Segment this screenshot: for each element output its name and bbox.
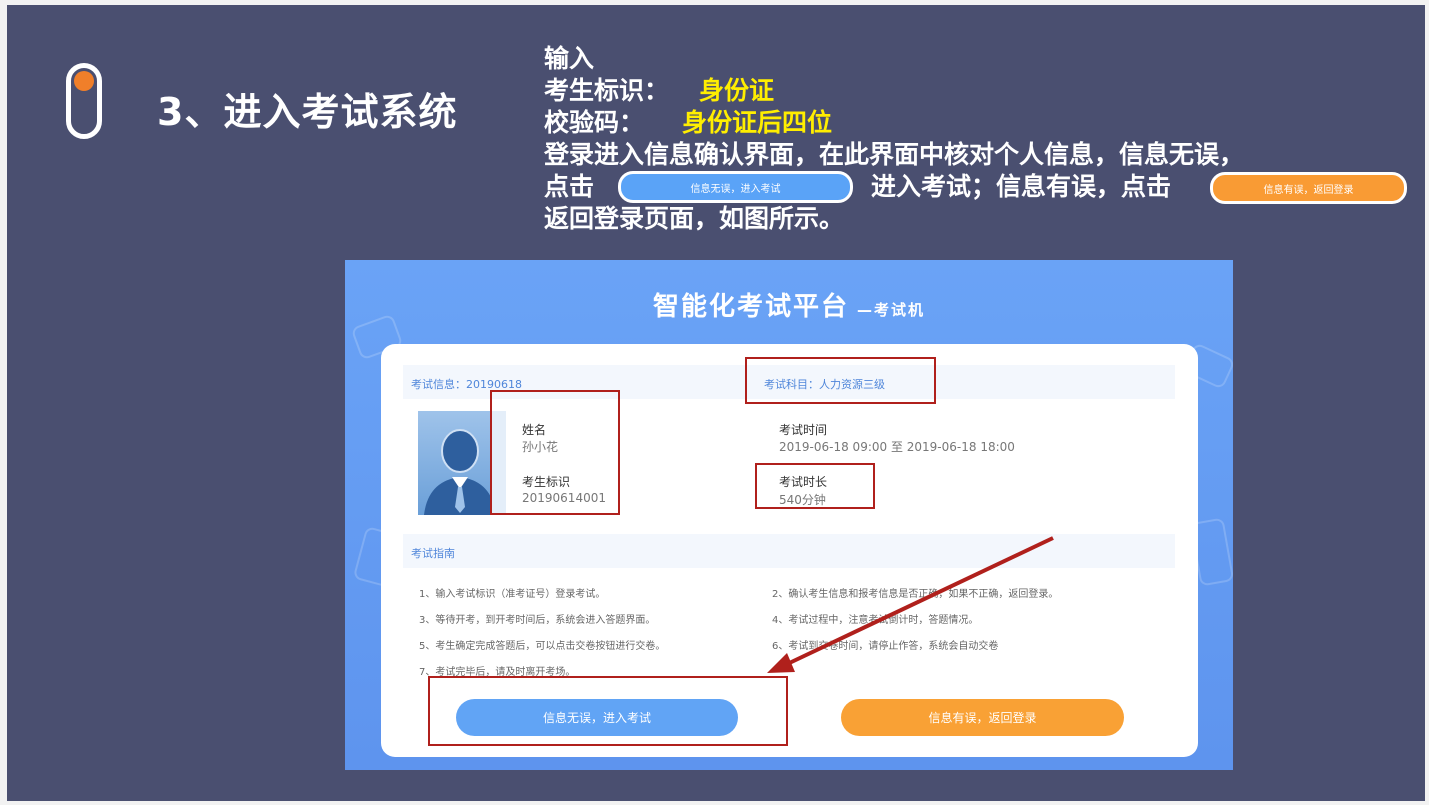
annotation-arrow-icon xyxy=(767,536,1054,673)
slide: 3、进入考试系统 输入 考生标识： 身份证 校验码： 身份证后四位 登录进入信息确认… xyxy=(7,5,1425,801)
